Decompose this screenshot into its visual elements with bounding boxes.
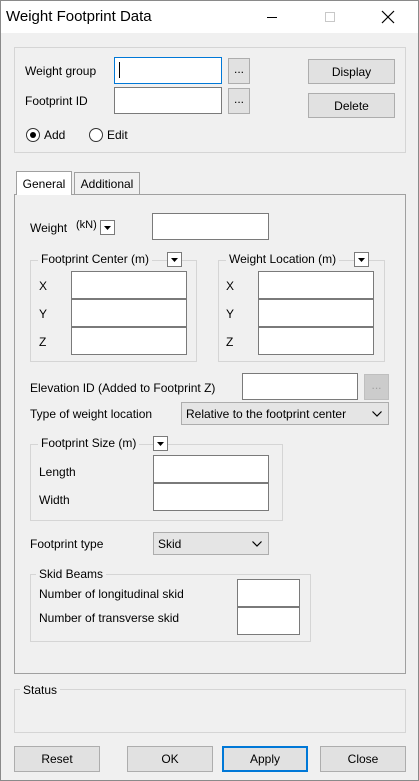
width-input[interactable] [153,483,269,511]
weight-input[interactable] [152,213,269,240]
reset-button[interactable]: Reset [14,746,100,772]
type-location-value: Relative to the footprint center [186,406,347,421]
footprint-center-title: Footprint Center (m) [38,252,153,266]
length-label: Length [39,465,76,479]
chevron-down-icon [104,225,111,230]
status-group [14,689,406,733]
display-button[interactable]: Display [308,59,395,84]
tab-additional[interactable]: Additional [74,172,140,194]
close-window-button[interactable] [365,1,411,33]
transverse-skid-input[interactable] [237,607,300,635]
weight-location-z-label: Z [226,335,234,349]
edit-radio-label: Edit [107,128,128,142]
edit-radio[interactable] [89,128,103,142]
transverse-skid-label: Number of transverse skid [39,611,180,625]
width-label: Width [39,493,70,507]
weight-location-x-label: X [226,279,235,293]
footprint-center-y-input[interactable] [71,299,187,327]
elevation-label: Elevation ID (Added to Footprint Z) [30,381,216,395]
weight-unit-dropdown[interactable] [100,220,115,235]
length-input[interactable] [153,455,269,483]
footprint-center-x-label: X [39,279,48,293]
apply-button[interactable]: Apply [222,746,308,772]
maximize-button [307,1,353,33]
weight-location-title: Weight Location (m) [226,252,340,266]
weight-label: Weight [30,221,68,235]
footprint-center-z-input[interactable] [71,327,187,355]
footprint-type-select[interactable]: Skid [153,532,269,555]
weight-group-browse-button[interactable]: ... [228,58,250,84]
window-title: Weight Footprint Data [6,8,152,25]
footprint-id-input[interactable] [114,87,222,114]
tab-general[interactable]: General [16,171,72,195]
weight-location-x-input[interactable] [258,271,374,299]
footprint-center-z-label: Z [39,335,47,349]
skid-beams-title: Skid Beams [36,567,107,581]
longitudinal-skid-label: Number of longitudinal skid [39,587,184,601]
weight-location-z-input[interactable] [258,327,374,355]
footprint-size-unit-dropdown[interactable] [153,436,168,451]
footprint-center-y-label: Y [39,307,48,321]
footprint-id-label: Footprint ID [25,94,88,108]
elevation-input[interactable] [242,373,358,400]
weight-location-y-label: Y [226,307,235,321]
add-radio-label: Add [44,128,66,142]
type-location-label: Type of weight location [30,407,153,421]
weight-location-y-input[interactable] [258,299,374,327]
weight-unit-label: (kN) [76,219,97,231]
footprint-center-unit-dropdown[interactable] [167,252,182,267]
chevron-down-icon [372,410,382,417]
weight-group-label: Weight group [25,64,97,78]
footprint-size-title: Footprint Size (m) [38,436,140,450]
weight-location-unit-dropdown[interactable] [354,252,369,267]
add-radio[interactable] [26,128,40,142]
footprint-type-value: Skid [158,536,182,551]
elevation-browse-button[interactable]: ... [364,374,389,400]
weight-group-input[interactable] [114,57,222,84]
chevron-down-icon [252,540,262,547]
footprint-type-label: Footprint type [30,537,104,551]
maximize-icon [325,12,335,22]
delete-button[interactable]: Delete [308,93,395,118]
chevron-down-icon [171,257,178,262]
minimize-icon [267,17,277,18]
weight-footprint-dialog: Weight Footprint Data Weight group ... F… [0,0,419,781]
close-icon [381,10,395,24]
footprint-id-browse-button[interactable]: ... [228,88,250,114]
type-location-select[interactable]: Relative to the footprint center [181,402,389,425]
minimize-button[interactable] [249,1,295,33]
text-caret [119,62,120,78]
status-title: Status [20,683,61,697]
ok-button[interactable]: OK [127,746,213,772]
footprint-center-x-input[interactable] [71,271,187,299]
title-bar[interactable]: Weight Footprint Data [1,1,418,33]
longitudinal-skid-input[interactable] [237,579,300,607]
chevron-down-icon [358,257,365,262]
close-button[interactable]: Close [320,746,406,772]
chevron-down-icon [157,441,164,446]
